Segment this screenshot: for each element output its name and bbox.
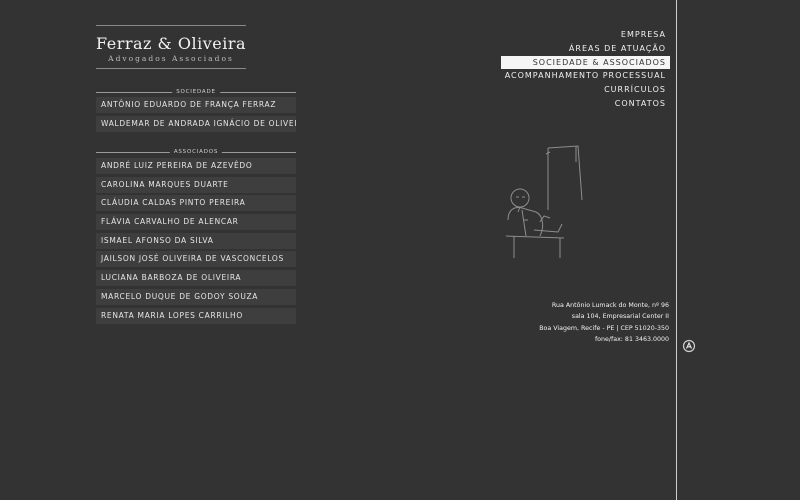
associado-item[interactable]: CLÁUDIA CALDAS PINTO PEREIRA <box>96 195 296 212</box>
associado-item[interactable]: ANDRÉ LUIZ PEREIRA DE AZEVÊDO <box>96 158 296 174</box>
nav-item-contatos[interactable]: CONTATOS <box>501 97 670 111</box>
logo-bottom-rule <box>96 68 246 69</box>
contact-address: Rua Antônio Lumack do Monte, nº 96 sala … <box>539 300 669 345</box>
associado-item[interactable]: RENATA MARIA LOPES CARRILHO <box>96 307 296 324</box>
sociedade-item[interactable]: WALDEMAR DE ANDRADA IGNÁCIO DE OLIVEIRA <box>96 115 296 132</box>
associado-item[interactable]: CAROLINA MARQUES DUARTE <box>96 176 296 193</box>
associado-item[interactable]: MARCELO DUQUE DE GODOY SOUZA <box>96 288 296 305</box>
company-logo[interactable]: Ferraz & Oliveira Advogados Associados <box>96 25 246 69</box>
associados-list: ANDRÉ LUIZ PEREIRA DE AZEVÊDO CAROLINA M… <box>96 158 296 326</box>
associado-item[interactable]: JAILSON JOSÉ OLIVEIRA DE VASCONCELOS <box>96 251 296 268</box>
nav-item-empresa[interactable]: EMPRESA <box>501 28 670 42</box>
sociedade-header: SOCIEDADE <box>96 87 296 97</box>
lawyer-at-desk-illustration <box>500 140 600 264</box>
logo-name: Ferraz & Oliveira <box>96 34 247 53</box>
address-line: Rua Antônio Lumack do Monte, nº 96 <box>551 302 669 309</box>
nav-item-sociedade-associados[interactable]: SOCIEDADE & ASSOCIADOS <box>500 55 670 70</box>
logo-top-rule <box>96 25 246 26</box>
associado-item[interactable]: FLÁVIA CARVALHO DE ALENCAR <box>96 214 296 231</box>
address-line: sala 104, Empresarial Center II <box>571 313 669 321</box>
logo-subtitle: Advogados Associados <box>108 54 234 63</box>
nav-vertical-rule <box>676 0 677 500</box>
associado-item[interactable]: LUCIANA BARBOZA DE OLIVEIRA <box>96 270 296 287</box>
address-phone: fone/fax: 81 3463.0000 <box>594 335 669 343</box>
address-line: Boa Viagem, Recife - PE | CEP 51020-350 <box>539 324 669 332</box>
nav-item-curriculos[interactable]: CURRÍCULOS <box>501 83 670 97</box>
sociedade-item[interactable]: ANTÔNIO EDUARDO DE FRANÇA FERRAZ <box>96 97 296 113</box>
associado-item[interactable]: ISMAEL AFONSO DA SILVA <box>96 232 296 249</box>
sociedade-label: SOCIEDADE <box>172 87 220 97</box>
main-nav: EMPRESA ÁREAS DE ATUAÇÃO SOCIEDADE & ASS… <box>500 28 670 111</box>
sociedade-list: ANTÔNIO EDUARDO DE FRANÇA FERRAZ WALDEMA… <box>96 97 296 134</box>
nav-item-acompanhamento-processual[interactable]: ACOMPANHAMENTO PROCESSUAL <box>501 69 670 83</box>
designer-badge-icon[interactable] <box>682 338 696 357</box>
associados-label: ASSOCIADOS <box>169 147 223 157</box>
associados-header: ASSOCIADOS <box>96 147 296 157</box>
nav-item-areas-de-atuacao[interactable]: ÁREAS DE ATUAÇÃO <box>501 42 670 56</box>
